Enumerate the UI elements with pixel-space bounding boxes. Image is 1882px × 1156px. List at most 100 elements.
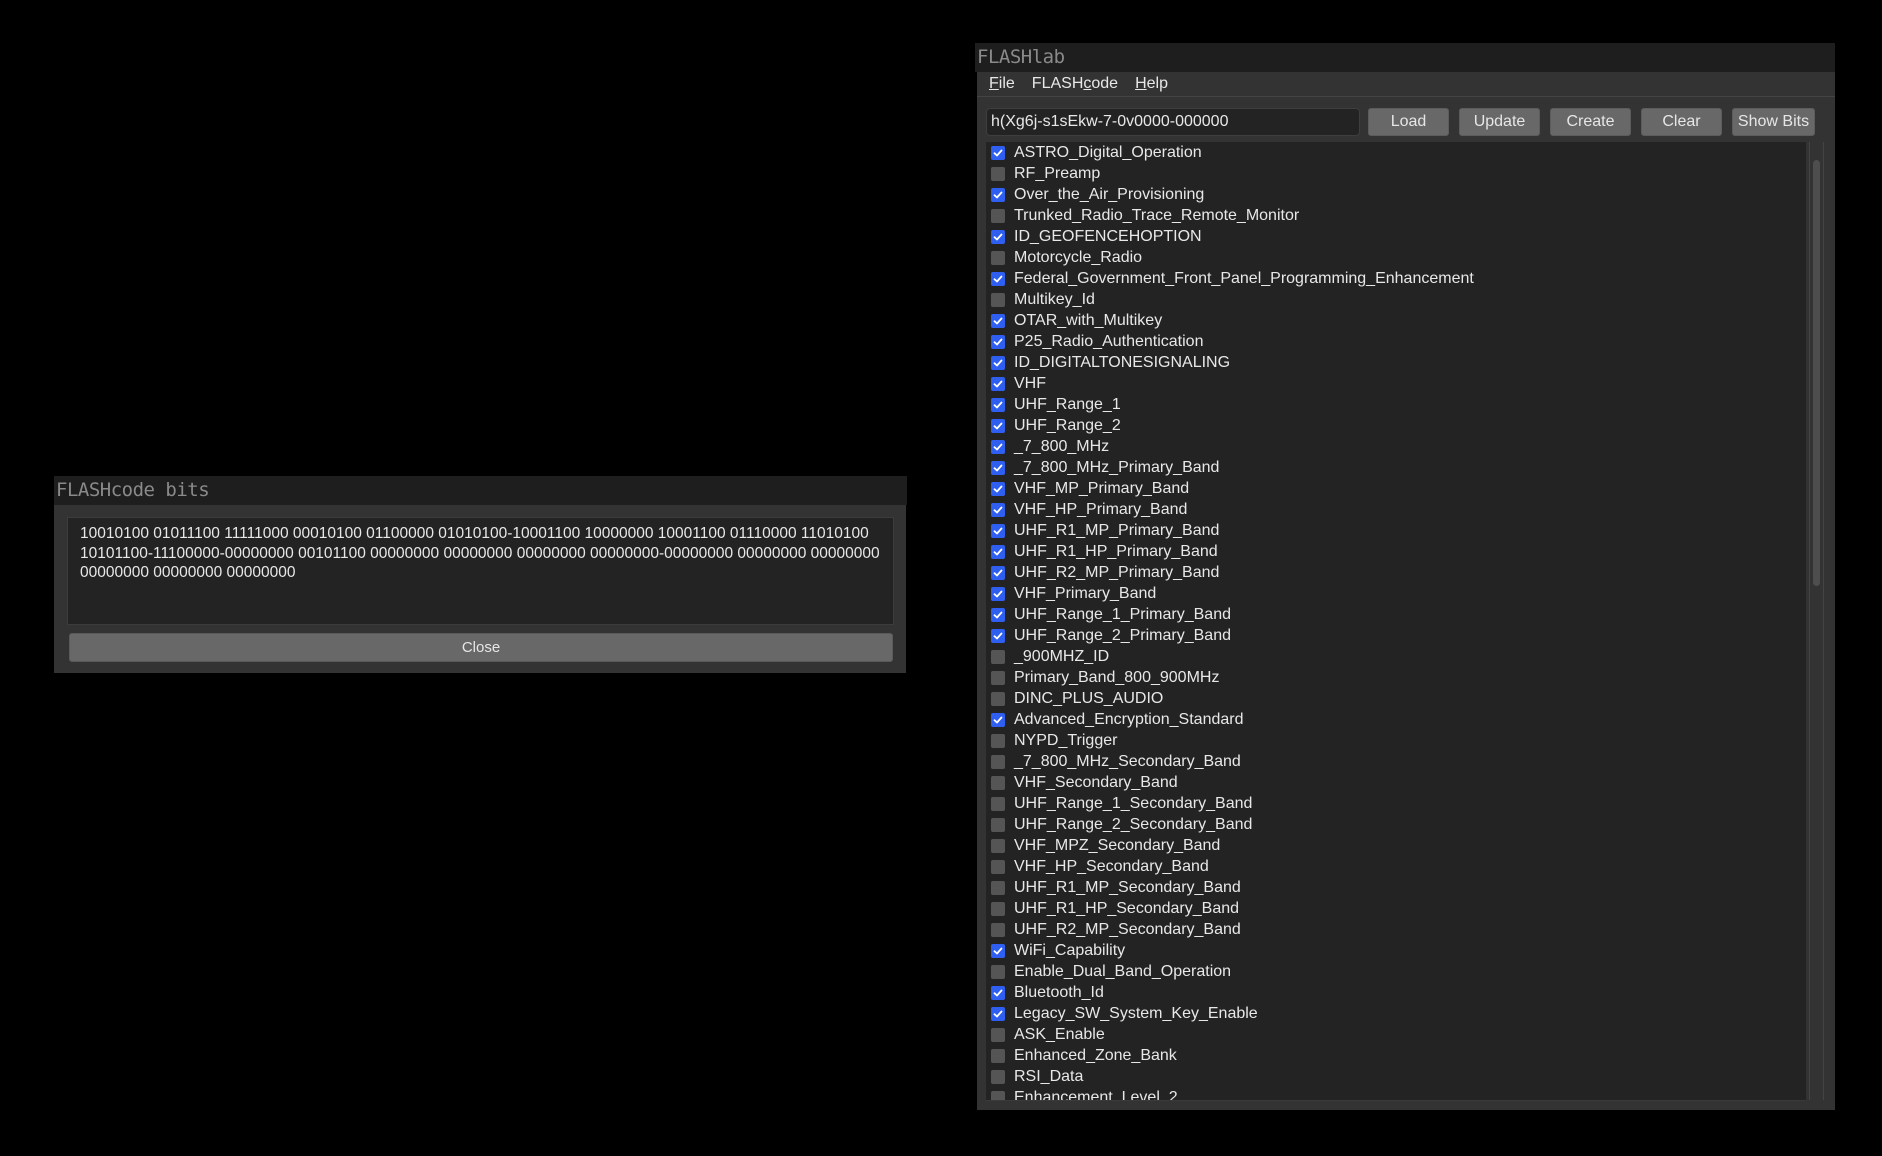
- menu-help[interactable]: Help: [1135, 75, 1168, 93]
- checkbox-checked[interactable]: [991, 523, 1005, 538]
- feature-row[interactable]: ID_DIGITALTONESIGNALING: [986, 352, 1806, 373]
- feature-row[interactable]: UHF_R2_MP_Primary_Band: [986, 562, 1806, 583]
- checkbox-checked[interactable]: [991, 502, 1005, 517]
- checkbox-unchecked[interactable]: [991, 649, 1005, 664]
- feature-row[interactable]: Multikey_Id: [986, 289, 1806, 310]
- feature-row[interactable]: VHF_Secondary_Band: [986, 772, 1806, 793]
- checkbox-unchecked[interactable]: [991, 880, 1005, 895]
- feature-row[interactable]: UHF_R2_MP_Secondary_Band: [986, 919, 1806, 940]
- checkbox-unchecked[interactable]: [991, 1069, 1005, 1084]
- feature-row[interactable]: UHF_R1_HP_Primary_Band: [986, 541, 1806, 562]
- checkbox-checked[interactable]: [991, 544, 1005, 559]
- feature-row[interactable]: UHF_Range_1_Primary_Band: [986, 604, 1806, 625]
- feature-row[interactable]: UHF_Range_2: [986, 415, 1806, 436]
- feature-row[interactable]: RF_Preamp: [986, 163, 1806, 184]
- feature-row[interactable]: ASK_Enable: [986, 1024, 1806, 1045]
- checkbox-checked[interactable]: [991, 355, 1005, 370]
- checkbox-unchecked[interactable]: [991, 901, 1005, 916]
- feature-list-scrollbar[interactable]: [1809, 142, 1824, 1100]
- checkbox-unchecked[interactable]: [991, 733, 1005, 748]
- checkbox-checked[interactable]: [991, 481, 1005, 496]
- feature-row[interactable]: _7_800_MHz: [986, 436, 1806, 457]
- feature-row[interactable]: UHF_R1_MP_Secondary_Band: [986, 877, 1806, 898]
- checkbox-checked[interactable]: [991, 313, 1005, 328]
- menu-file[interactable]: File: [989, 75, 1015, 93]
- checkbox-unchecked[interactable]: [991, 1090, 1005, 1100]
- checkbox-unchecked[interactable]: [991, 964, 1005, 979]
- checkbox-unchecked[interactable]: [991, 292, 1005, 307]
- checkbox-checked[interactable]: [991, 229, 1005, 244]
- feature-row[interactable]: P25_Radio_Authentication: [986, 331, 1806, 352]
- checkbox-unchecked[interactable]: [991, 838, 1005, 853]
- feature-row[interactable]: Advanced_Encryption_Standard: [986, 709, 1806, 730]
- feature-row[interactable]: Primary_Band_800_900MHz: [986, 667, 1806, 688]
- checkbox-unchecked[interactable]: [991, 250, 1005, 265]
- checkbox-checked[interactable]: [991, 565, 1005, 580]
- feature-row[interactable]: VHF_HP_Primary_Band: [986, 499, 1806, 520]
- feature-row[interactable]: NYPD_Trigger: [986, 730, 1806, 751]
- menu-flashcode[interactable]: FLASHcode: [1032, 75, 1118, 93]
- feature-row[interactable]: Federal_Government_Front_Panel_Programmi…: [986, 268, 1806, 289]
- feature-row[interactable]: OTAR_with_Multikey: [986, 310, 1806, 331]
- checkbox-unchecked[interactable]: [991, 166, 1005, 181]
- checkbox-checked[interactable]: [991, 145, 1005, 160]
- feature-row[interactable]: _7_800_MHz_Primary_Band: [986, 457, 1806, 478]
- show-bits-button[interactable]: Show Bits: [1732, 108, 1815, 136]
- feature-row[interactable]: Motorcycle_Radio: [986, 247, 1806, 268]
- flashcode-input[interactable]: [986, 108, 1360, 136]
- checkbox-unchecked[interactable]: [991, 1048, 1005, 1063]
- checkbox-unchecked[interactable]: [991, 1027, 1005, 1042]
- clear-button[interactable]: Clear: [1641, 108, 1722, 136]
- feature-row[interactable]: DINC_PLUS_AUDIO: [986, 688, 1806, 709]
- checkbox-unchecked[interactable]: [991, 922, 1005, 937]
- checkbox-checked[interactable]: [991, 460, 1005, 475]
- checkbox-unchecked[interactable]: [991, 859, 1005, 874]
- checkbox-unchecked[interactable]: [991, 691, 1005, 706]
- feature-row[interactable]: _7_800_MHz_Secondary_Band: [986, 751, 1806, 772]
- feature-row[interactable]: Enhancement_Level_2: [986, 1087, 1806, 1100]
- checkbox-unchecked[interactable]: [991, 208, 1005, 223]
- feature-row[interactable]: ID_GEOFENCEHOPTION: [986, 226, 1806, 247]
- feature-row[interactable]: RSI_Data: [986, 1066, 1806, 1087]
- feature-row[interactable]: Enhanced_Zone_Bank: [986, 1045, 1806, 1066]
- checkbox-checked[interactable]: [991, 1006, 1005, 1021]
- create-button[interactable]: Create: [1550, 108, 1631, 136]
- scrollbar-thumb[interactable]: [1813, 160, 1820, 586]
- feature-row[interactable]: ASTRO_Digital_Operation: [986, 142, 1806, 163]
- bits-textarea[interactable]: 10010100 01011100 11111000 00010100 0110…: [67, 517, 894, 625]
- checkbox-unchecked[interactable]: [991, 670, 1005, 685]
- checkbox-checked[interactable]: [991, 439, 1005, 454]
- feature-row[interactable]: _900MHZ_ID: [986, 646, 1806, 667]
- feature-row[interactable]: UHF_Range_2_Primary_Band: [986, 625, 1806, 646]
- close-button[interactable]: Close: [69, 633, 893, 662]
- update-button[interactable]: Update: [1459, 108, 1540, 136]
- feature-row[interactable]: VHF: [986, 373, 1806, 394]
- feature-row[interactable]: Over_the_Air_Provisioning: [986, 184, 1806, 205]
- feature-row[interactable]: Bluetooth_Id: [986, 982, 1806, 1003]
- checkbox-checked[interactable]: [991, 607, 1005, 622]
- feature-row[interactable]: VHF_HP_Secondary_Band: [986, 856, 1806, 877]
- feature-row[interactable]: UHF_R1_HP_Secondary_Band: [986, 898, 1806, 919]
- checkbox-checked[interactable]: [991, 943, 1005, 958]
- checkbox-checked[interactable]: [991, 418, 1005, 433]
- bits-dialog-titlebar[interactable]: FLASHcode bits: [54, 476, 907, 505]
- checkbox-checked[interactable]: [991, 628, 1005, 643]
- feature-row[interactable]: Enable_Dual_Band_Operation: [986, 961, 1806, 982]
- checkbox-unchecked[interactable]: [991, 754, 1005, 769]
- feature-row[interactable]: VHF_MPZ_Secondary_Band: [986, 835, 1806, 856]
- main-window-titlebar[interactable]: FLASHlab: [975, 43, 1835, 72]
- feature-row[interactable]: UHF_Range_2_Secondary_Band: [986, 814, 1806, 835]
- checkbox-checked[interactable]: [991, 187, 1005, 202]
- checkbox-unchecked[interactable]: [991, 817, 1005, 832]
- checkbox-checked[interactable]: [991, 586, 1005, 601]
- checkbox-checked[interactable]: [991, 271, 1005, 286]
- checkbox-checked[interactable]: [991, 376, 1005, 391]
- checkbox-checked[interactable]: [991, 334, 1005, 349]
- feature-row[interactable]: Legacy_SW_System_Key_Enable: [986, 1003, 1806, 1024]
- feature-row[interactable]: UHF_Range_1: [986, 394, 1806, 415]
- checkbox-unchecked[interactable]: [991, 775, 1005, 790]
- feature-row[interactable]: VHF_MP_Primary_Band: [986, 478, 1806, 499]
- checkbox-unchecked[interactable]: [991, 796, 1005, 811]
- checkbox-checked[interactable]: [991, 985, 1005, 1000]
- feature-row[interactable]: Trunked_Radio_Trace_Remote_Monitor: [986, 205, 1806, 226]
